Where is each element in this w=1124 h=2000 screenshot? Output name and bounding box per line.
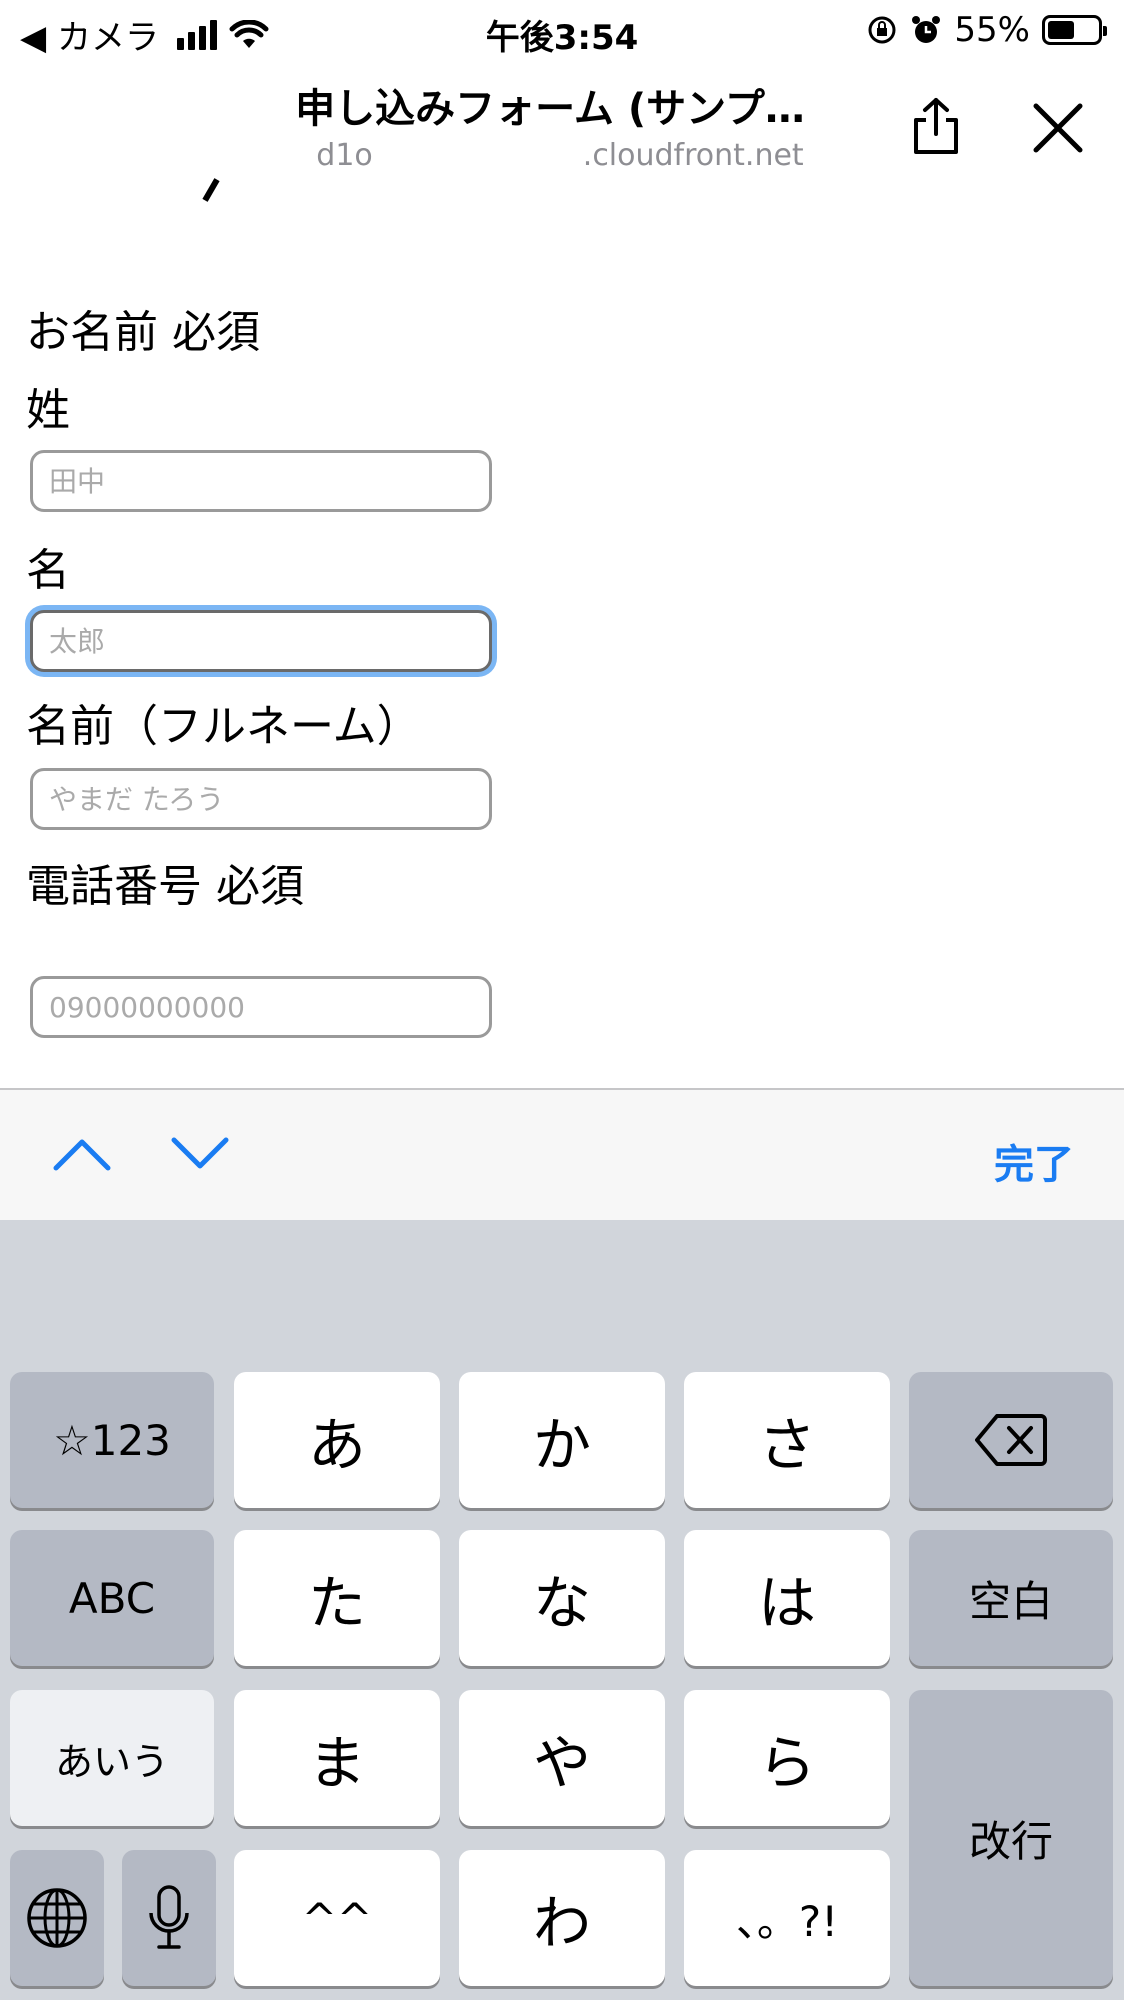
previous-field-chevron-up-icon[interactable] — [50, 1134, 114, 1174]
key-symbols-123[interactable]: ☆123 — [10, 1372, 214, 1508]
key-dictation[interactable] — [122, 1850, 216, 1986]
battery-percent: 55% — [954, 10, 1030, 50]
last-name-input[interactable] — [30, 450, 492, 512]
page-url: d1o .cloudfront.net — [316, 138, 804, 173]
kana-keyboard: ☆123 あ か さ ABC た な は 空白 あいう ま や ら 改行 ^^ … — [0, 1220, 1124, 2000]
full-name-label: 名前（フルネーム） — [26, 701, 421, 752]
key-globe[interactable] — [10, 1850, 104, 1986]
page-title: 申し込みフォーム (サンプ… — [295, 86, 805, 132]
status-right: 55% — [866, 10, 1107, 50]
done-button[interactable]: 完了 — [994, 1132, 1074, 1190]
phone-input[interactable] — [30, 976, 492, 1038]
backspace-icon — [975, 1414, 1047, 1466]
globe-icon — [27, 1888, 87, 1948]
key-backspace[interactable] — [909, 1372, 1113, 1508]
key-abc[interactable]: ABC — [10, 1530, 214, 1666]
key-ma[interactable]: ま — [234, 1690, 440, 1826]
key-wa[interactable]: わ — [459, 1850, 665, 1986]
battery-icon — [1042, 15, 1107, 45]
key-sa[interactable]: さ — [684, 1372, 890, 1508]
key-ha[interactable]: は — [684, 1530, 890, 1666]
status-bar: ◀ カメラ 午後3:54 55% — [0, 0, 1124, 60]
keyboard-accessory-bar: 完了 — [0, 1088, 1124, 1222]
full-name-input[interactable] — [30, 768, 492, 830]
key-punctuation[interactable]: 、。?! — [684, 1850, 890, 1986]
rotation-lock-icon — [868, 16, 896, 44]
first-name-input[interactable] — [30, 610, 492, 672]
first-name-label: 名 — [26, 545, 70, 596]
name-heading: お名前 必須 — [26, 307, 260, 358]
key-space[interactable]: 空白 — [909, 1530, 1113, 1666]
key-a[interactable]: あ — [234, 1372, 440, 1508]
microphone-icon — [149, 1885, 189, 1949]
key-return[interactable]: 改行 — [909, 1690, 1113, 1986]
key-na[interactable]: な — [459, 1530, 665, 1666]
next-field-chevron-down-icon[interactable] — [168, 1134, 232, 1174]
close-icon[interactable] — [1030, 100, 1086, 156]
key-ra[interactable]: ら — [684, 1690, 890, 1826]
key-ta[interactable]: た — [234, 1530, 440, 1666]
phone-label: 電話番号 必須 — [26, 861, 304, 912]
key-emoticon[interactable]: ^^ — [234, 1850, 440, 1986]
key-ka[interactable]: か — [459, 1372, 665, 1508]
alarm-icon — [912, 16, 941, 43]
share-icon[interactable] — [910, 96, 962, 156]
key-ya[interactable]: や — [459, 1690, 665, 1826]
last-name-label: 姓 — [26, 385, 70, 436]
clipped-text-fragment — [202, 178, 220, 202]
key-kana-mode[interactable]: あいう — [10, 1690, 214, 1826]
